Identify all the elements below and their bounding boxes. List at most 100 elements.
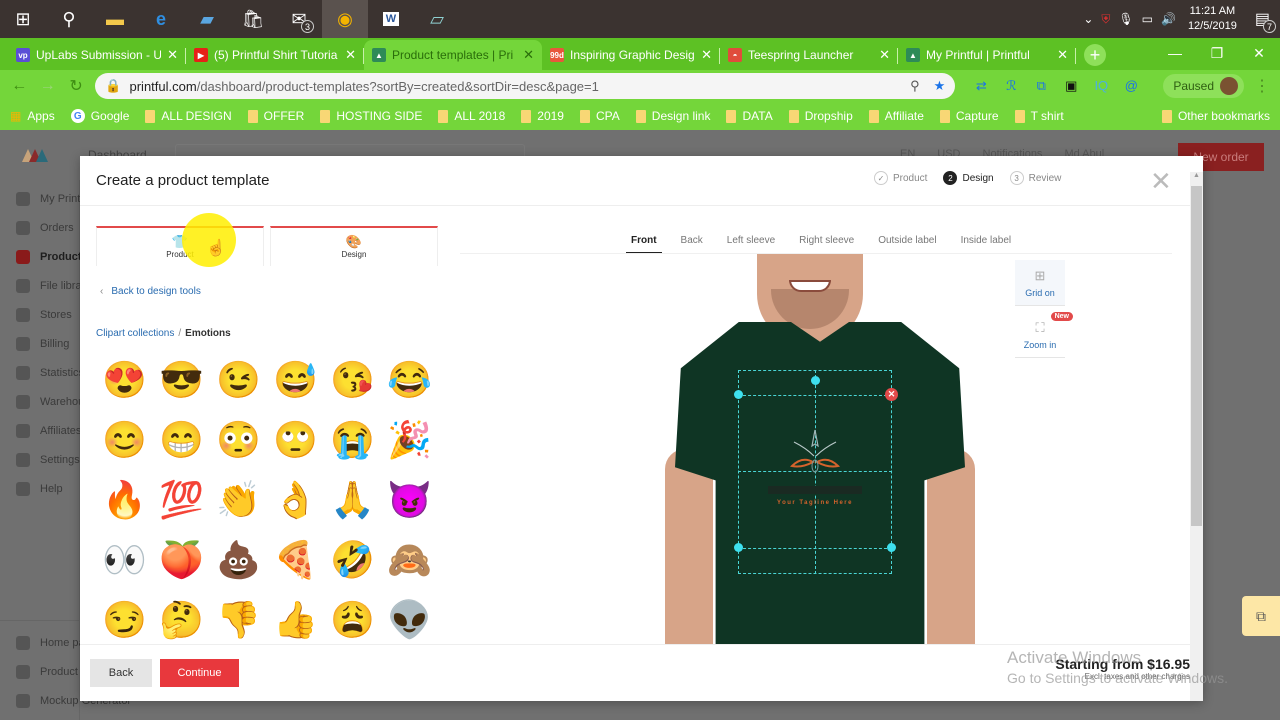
resize-handle-bottom-right[interactable] (887, 543, 896, 552)
shield-icon[interactable]: ⛨ (1101, 12, 1110, 27)
bookmark-folder[interactable]: T shirt (1014, 109, 1064, 123)
zoom-icon[interactable]: ⚲ (910, 78, 920, 94)
bookmark-folder[interactable]: ALL DESIGN (145, 109, 232, 123)
file-explorer-icon[interactable]: ▬ (92, 0, 138, 38)
resize-handle-bottom-left[interactable] (734, 543, 743, 552)
modal-scrollbar[interactable]: ▲ (1190, 172, 1203, 701)
bookmark-folder[interactable]: OFFER (247, 109, 304, 123)
browser-tab[interactable]: ▶ (5) Printful Shirt Tutoria ✕ (186, 40, 364, 70)
clipart-hundred-icon[interactable]: 💯 (153, 470, 210, 530)
clipart-sob-icon[interactable]: 😭 (324, 410, 381, 470)
close-tab-icon[interactable]: ✕ (167, 47, 178, 63)
view-tab-front[interactable]: Front (626, 226, 662, 254)
forward-icon[interactable]: → (38, 77, 56, 95)
clipart-eyes-icon[interactable]: 👀 (96, 530, 153, 590)
view-tab-right-sleeve[interactable]: Right sleeve (794, 226, 859, 254)
breadcrumb-clipart-collections[interactable]: Clipart collections (96, 328, 174, 339)
sidebar-item[interactable]: Settings (0, 445, 80, 474)
share-extension-icon[interactable]: ⧉ (1033, 78, 1049, 94)
clipart-smirk-icon[interactable]: 😏 (96, 590, 153, 650)
browser-tab[interactable]: 99d Inspiring Graphic Desig ✕ (542, 40, 720, 70)
zoom-in-button[interactable]: New ⛶ Zoom in (1015, 312, 1073, 358)
view-tab-back[interactable]: Back (676, 226, 708, 254)
sidebar-bottom-item[interactable]: Home page (0, 628, 97, 657)
chevron-up-icon[interactable]: ⌄ (1083, 12, 1093, 26)
sidebar-item[interactable]: Product templates (0, 242, 136, 271)
r-extension-icon[interactable]: ℛ (1003, 78, 1019, 94)
chat-button[interactable]: ⧉ (1242, 596, 1280, 636)
search-icon[interactable]: ⚲ (46, 0, 92, 38)
close-tab-icon[interactable]: ✕ (523, 47, 534, 63)
close-tab-icon[interactable]: ✕ (701, 47, 712, 63)
translate-extension-icon[interactable]: ⇄ (973, 78, 989, 94)
sidebar-item[interactable]: Stores (0, 300, 79, 329)
step-review[interactable]: 3 Review (1009, 171, 1061, 185)
scrollbar-thumb[interactable] (1191, 186, 1202, 526)
resize-handle-top-left[interactable] (734, 390, 743, 399)
clipart-eye-roll-icon[interactable]: 🙄 (267, 410, 324, 470)
close-icon[interactable]: ✕ (1150, 166, 1172, 197)
back-button[interactable]: Back (90, 659, 152, 687)
bookmark-apps[interactable]: ▦ Apps (10, 109, 55, 123)
clipart-thinking-icon[interactable]: 🤔 (153, 590, 210, 650)
bookmark-folder[interactable]: Capture (939, 109, 999, 123)
clipart-ok-hand-icon[interactable]: 👌 (267, 470, 324, 530)
new-tab-button[interactable]: + (1084, 44, 1106, 66)
clipart-alien-icon[interactable]: 👽 (381, 590, 438, 650)
grid-toggle-button[interactable]: ⊞ Grid on (1015, 260, 1065, 306)
sidebar-item[interactable]: File library (0, 271, 91, 300)
clipart-clap-icon[interactable]: 👏 (210, 470, 267, 530)
chrome-icon[interactable]: ◉ (322, 0, 368, 38)
sidebar-bottom-item[interactable]: Product catalog (0, 657, 116, 686)
clipart-pray-icon[interactable]: 🙏 (324, 470, 381, 530)
clipart-heart-eyes-icon[interactable]: 😍 (96, 350, 153, 410)
app-icon[interactable]: ▰ (184, 0, 230, 38)
sidebar-item[interactable]: Affiliates (0, 416, 81, 445)
store-icon[interactable]: 🛍 (230, 0, 276, 38)
clipart-party-popper-icon[interactable]: 🎉 (381, 410, 438, 470)
clipart-weary-icon[interactable]: 😩 (324, 590, 381, 650)
clipart-grin-icon[interactable]: 😁 (153, 410, 210, 470)
bookmark-star-icon[interactable]: ★ (934, 78, 946, 94)
close-tab-icon[interactable]: ✕ (879, 47, 890, 63)
bookmark-folder[interactable]: ALL 2018 (438, 109, 505, 123)
browser-tab[interactable]: ◓ Teespring Launcher ✕ (720, 40, 898, 70)
clipart-devil-icon[interactable]: 😈 (381, 470, 438, 530)
clipart-wink-icon[interactable]: 😉 (210, 350, 267, 410)
edge-icon[interactable]: e (138, 0, 184, 38)
windows-start-icon[interactable]: ⊞ (0, 0, 46, 38)
bookmark-folder[interactable]: CPA (579, 109, 620, 123)
clock[interactable]: 11:21 AM 12/5/2019 (1188, 4, 1237, 34)
bookmark-folder[interactable]: 2019 (521, 109, 564, 123)
bookmark-folder[interactable]: DATA (726, 109, 773, 123)
sidebar-item[interactable]: My Printful (0, 184, 92, 213)
sidebar-item[interactable]: Warehousing (0, 387, 104, 416)
battery-icon[interactable]: ▭ (1142, 12, 1153, 26)
sidebar-item[interactable]: Billing (0, 329, 79, 358)
clipart-tears-of-joy-icon[interactable]: 😂 (381, 350, 438, 410)
reload-icon[interactable]: ↻ (67, 76, 85, 96)
scroll-up-icon[interactable]: ▲ (1190, 172, 1203, 184)
browser-tab[interactable]: vp UpLabs Submission - U ✕ (8, 40, 186, 70)
address-bar[interactable]: 🔒 printful.com/dashboard/product-templat… (95, 73, 956, 99)
sidebar-item[interactable]: Help (0, 474, 79, 503)
browser-tab[interactable]: ▲ Product templates | Pri ✕ (364, 40, 542, 70)
clipart-flushed-icon[interactable]: 😳 (210, 410, 267, 470)
close-tab-icon[interactable]: ✕ (1057, 47, 1068, 63)
notification-center-icon[interactable]: ▤ 7 (1255, 9, 1276, 33)
product-tool-button[interactable]: 👕 Product (96, 226, 264, 266)
word-icon[interactable]: W (368, 0, 414, 38)
bookmark-folder[interactable]: Affiliate (868, 109, 924, 123)
delete-layer-icon[interactable]: ✕ (885, 388, 898, 401)
back-to-design-tools-link[interactable]: ‹ Back to design tools (100, 286, 201, 297)
bookmark-folder[interactable]: HOSTING SIDE (320, 109, 422, 123)
clipart-sweat-smile-icon[interactable]: 😅 (267, 350, 324, 410)
at-extension-icon[interactable]: @ (1123, 78, 1139, 94)
other-bookmarks[interactable]: Other bookmarks (1161, 109, 1270, 123)
clipart-kiss-heart-icon[interactable]: 😘 (324, 350, 381, 410)
maximize-button[interactable]: ❐ (1196, 38, 1238, 68)
step-design[interactable]: 2 Design (943, 171, 994, 185)
microphone-icon[interactable]: 🎙 (1118, 12, 1133, 26)
volume-icon[interactable]: 🔊 (1161, 12, 1176, 26)
view-tab-inside-label[interactable]: Inside label (956, 226, 1017, 254)
